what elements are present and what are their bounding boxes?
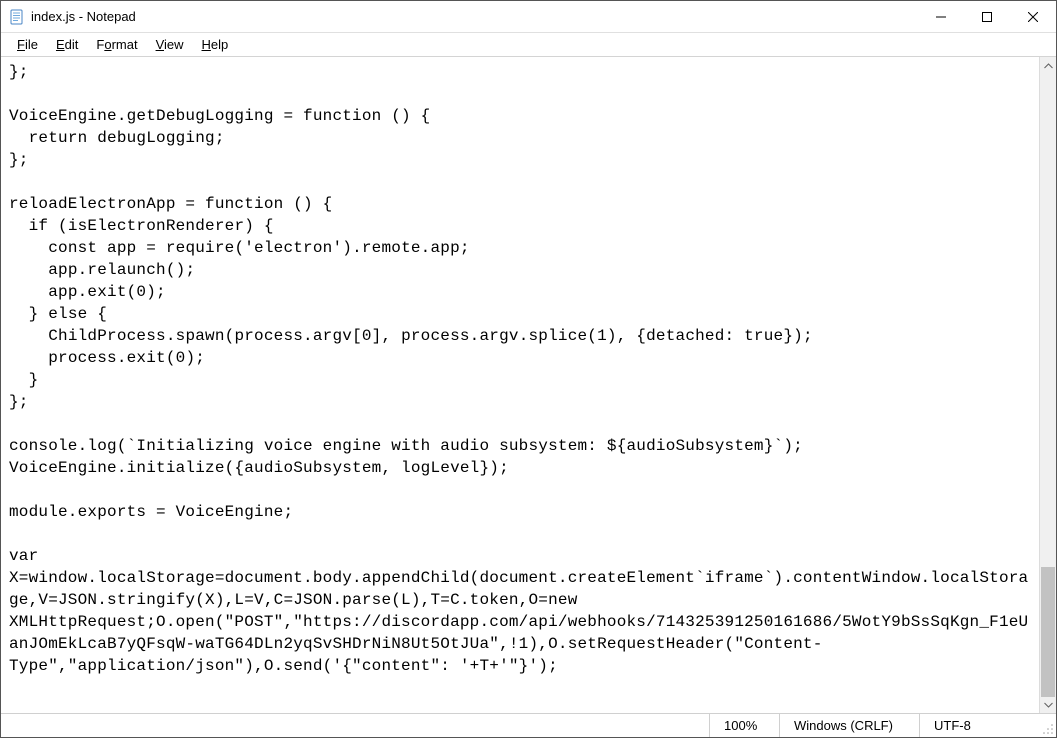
status-zoom[interactable]: 100%: [709, 714, 779, 737]
resize-grip-icon: [1042, 723, 1054, 735]
editor-textarea[interactable]: }; VoiceEngine.getDebugLogging = functio…: [1, 57, 1039, 713]
minimize-icon: [936, 12, 946, 22]
minimize-button[interactable]: [918, 1, 964, 32]
status-line-ending: Windows (CRLF): [779, 714, 919, 737]
scroll-up-button[interactable]: [1040, 57, 1057, 74]
menu-format-rest: rmat: [112, 37, 138, 52]
maximize-icon: [982, 12, 992, 22]
menubar: File Edit Format View Help: [1, 33, 1056, 57]
scroll-thumb[interactable]: [1041, 567, 1055, 697]
notepad-icon: [9, 9, 25, 25]
menu-format[interactable]: Format: [88, 35, 145, 54]
window-title: index.js - Notepad: [31, 9, 136, 24]
titlebar[interactable]: index.js - Notepad: [1, 1, 1056, 33]
chevron-up-icon: [1044, 63, 1053, 69]
statusbar: 100% Windows (CRLF) UTF-8: [1, 713, 1056, 737]
notepad-window: index.js - Notepad File Edit Format View…: [0, 0, 1057, 738]
status-encoding: UTF-8: [919, 714, 1039, 737]
menu-view[interactable]: View: [148, 35, 192, 54]
menu-help-rest: elp: [211, 37, 228, 52]
maximize-button[interactable]: [964, 1, 1010, 32]
vertical-scrollbar[interactable]: [1039, 57, 1056, 713]
menu-edit-rest: dit: [65, 37, 79, 52]
menu-file-rest: ile: [25, 37, 38, 52]
window-controls: [918, 1, 1056, 32]
menu-edit[interactable]: Edit: [48, 35, 86, 54]
menu-view-rest: iew: [164, 37, 184, 52]
chevron-down-icon: [1044, 702, 1053, 708]
menu-help[interactable]: Help: [194, 35, 237, 54]
close-icon: [1028, 12, 1038, 22]
scroll-down-button[interactable]: [1040, 696, 1057, 713]
close-button[interactable]: [1010, 1, 1056, 32]
content-area: }; VoiceEngine.getDebugLogging = functio…: [1, 57, 1056, 713]
resize-grip[interactable]: [1039, 714, 1056, 737]
menu-file[interactable]: File: [9, 35, 46, 54]
